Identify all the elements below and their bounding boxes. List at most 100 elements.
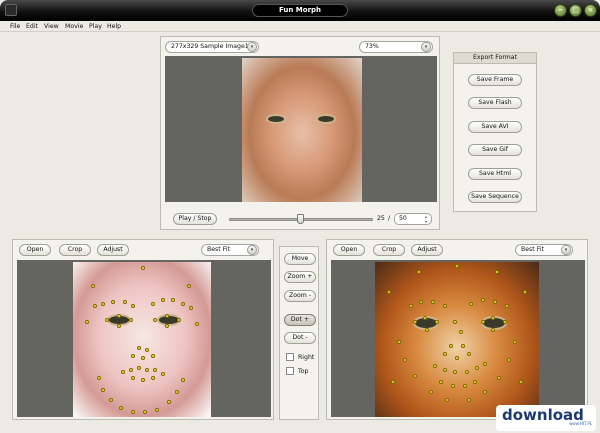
left-feature-dot[interactable] xyxy=(161,298,165,302)
right-feature-dot[interactable] xyxy=(505,304,509,308)
left-feature-dot[interactable] xyxy=(181,302,185,306)
left-feature-dot[interactable] xyxy=(145,348,149,352)
left-feature-dot[interactable] xyxy=(165,314,169,318)
zoom-select[interactable]: 73% ▾ xyxy=(359,41,433,53)
left-open-button[interactable]: Open xyxy=(19,244,51,256)
left-feature-dot[interactable] xyxy=(129,318,133,322)
left-feature-dot[interactable] xyxy=(175,390,179,394)
right-crop-button[interactable]: Crop xyxy=(373,244,405,256)
right-feature-dot[interactable] xyxy=(483,362,487,366)
right-feature-dot[interactable] xyxy=(493,300,497,304)
left-feature-dot[interactable] xyxy=(153,368,157,372)
right-feature-dot[interactable] xyxy=(417,270,421,274)
save-gif-button[interactable]: Save Gif xyxy=(468,144,522,156)
right-feature-dot[interactable] xyxy=(483,390,487,394)
right-feature-dot[interactable] xyxy=(435,320,439,324)
zoom-in-button[interactable]: Zoom + xyxy=(284,271,316,283)
right-feature-dot[interactable] xyxy=(455,264,459,268)
zoom-out-button[interactable]: Zoom - xyxy=(284,290,316,302)
frame-slider-thumb[interactable] xyxy=(297,214,304,224)
right-checkbox-row[interactable]: Right xyxy=(286,353,314,363)
right-feature-dot[interactable] xyxy=(473,380,477,384)
right-feature-dot[interactable] xyxy=(495,270,499,274)
spinner-arrows[interactable]: ▴ ▾ xyxy=(422,214,430,224)
right-feature-dot[interactable] xyxy=(523,290,527,294)
right-feature-dot[interactable] xyxy=(481,298,485,302)
dot-add-button[interactable]: Dot + xyxy=(284,314,316,326)
spin-down-icon[interactable]: ▾ xyxy=(422,219,430,224)
left-feature-dot[interactable] xyxy=(141,266,145,270)
right-feature-dot[interactable] xyxy=(443,304,447,308)
right-feature-dot[interactable] xyxy=(519,380,523,384)
play-stop-button[interactable]: Play / Stop xyxy=(173,213,217,225)
right-feature-dot[interactable] xyxy=(451,384,455,388)
left-feature-dot[interactable] xyxy=(121,370,125,374)
left-viewport[interactable] xyxy=(17,260,271,417)
left-feature-dot[interactable] xyxy=(137,346,141,350)
close-button[interactable]: × xyxy=(584,4,597,17)
maximize-button[interactable]: □ xyxy=(569,4,582,17)
move-button[interactable]: Move xyxy=(284,253,316,265)
left-fit-select[interactable]: Best Fit ▾ xyxy=(201,244,259,256)
right-feature-dot[interactable] xyxy=(463,384,467,388)
left-feature-dot[interactable] xyxy=(97,376,101,380)
right-feature-dot[interactable] xyxy=(459,330,463,334)
left-feature-dot[interactable] xyxy=(181,378,185,382)
left-feature-dot[interactable] xyxy=(131,354,135,358)
top-checkbox[interactable] xyxy=(286,367,294,375)
right-feature-dot[interactable] xyxy=(467,352,471,356)
right-adjust-button[interactable]: Adjust xyxy=(411,244,443,256)
left-feature-dot[interactable] xyxy=(151,302,155,306)
left-feature-dot[interactable] xyxy=(105,318,109,322)
right-fit-select[interactable]: Best Fit ▾ xyxy=(515,244,573,256)
right-feature-dot[interactable] xyxy=(481,320,485,324)
right-feature-dot[interactable] xyxy=(403,358,407,362)
left-feature-dot[interactable] xyxy=(109,398,113,402)
left-feature-dot[interactable] xyxy=(151,354,155,358)
left-feature-dot[interactable] xyxy=(85,320,89,324)
right-feature-dot[interactable] xyxy=(455,356,459,360)
right-feature-dot[interactable] xyxy=(409,304,413,308)
right-feature-dot[interactable] xyxy=(429,390,433,394)
right-feature-dot[interactable] xyxy=(391,380,395,384)
left-feature-dot[interactable] xyxy=(141,378,145,382)
menu-play[interactable]: Play xyxy=(89,22,102,31)
left-feature-dot[interactable] xyxy=(153,318,157,322)
right-feature-dot[interactable] xyxy=(503,320,507,324)
left-feature-dot[interactable] xyxy=(165,324,169,328)
left-feature-dot[interactable] xyxy=(145,368,149,372)
right-feature-dot[interactable] xyxy=(453,370,457,374)
left-feature-dot[interactable] xyxy=(189,306,193,310)
left-feature-dot[interactable] xyxy=(111,300,115,304)
left-feature-dot[interactable] xyxy=(177,318,181,322)
right-feature-dot[interactable] xyxy=(443,352,447,356)
menu-help[interactable]: Help xyxy=(107,22,121,31)
right-feature-dot[interactable] xyxy=(507,358,511,362)
left-feature-dot[interactable] xyxy=(143,410,147,414)
save-flash-button[interactable]: Save Flash xyxy=(468,97,522,109)
left-crop-button[interactable]: Crop xyxy=(59,244,91,256)
right-feature-dot[interactable] xyxy=(465,370,469,374)
right-feature-dot[interactable] xyxy=(431,300,435,304)
left-feature-dot[interactable] xyxy=(101,302,105,306)
save-avi-button[interactable]: Save AVI xyxy=(468,121,522,133)
right-feature-dot[interactable] xyxy=(491,316,495,320)
right-checkbox[interactable] xyxy=(286,353,294,361)
menu-edit[interactable]: Edit xyxy=(26,22,38,31)
right-feature-dot[interactable] xyxy=(387,290,391,294)
right-feature-dot[interactable] xyxy=(513,340,517,344)
left-feature-dot[interactable] xyxy=(117,314,121,318)
save-sequence-button[interactable]: Save Sequence xyxy=(468,191,522,203)
left-feature-dot[interactable] xyxy=(123,300,127,304)
right-feature-dot[interactable] xyxy=(425,328,429,332)
left-feature-dot[interactable] xyxy=(131,410,135,414)
right-feature-dot[interactable] xyxy=(449,344,453,348)
menu-view[interactable]: View xyxy=(44,22,59,31)
left-feature-dot[interactable] xyxy=(91,284,95,288)
right-feature-dot[interactable] xyxy=(433,364,437,368)
menu-movie[interactable]: Movie xyxy=(65,22,83,31)
preview-viewport[interactable] xyxy=(165,56,437,202)
left-feature-dot[interactable] xyxy=(129,368,133,372)
top-checkbox-row[interactable]: Top xyxy=(286,367,308,377)
right-feature-dot[interactable] xyxy=(461,344,465,348)
